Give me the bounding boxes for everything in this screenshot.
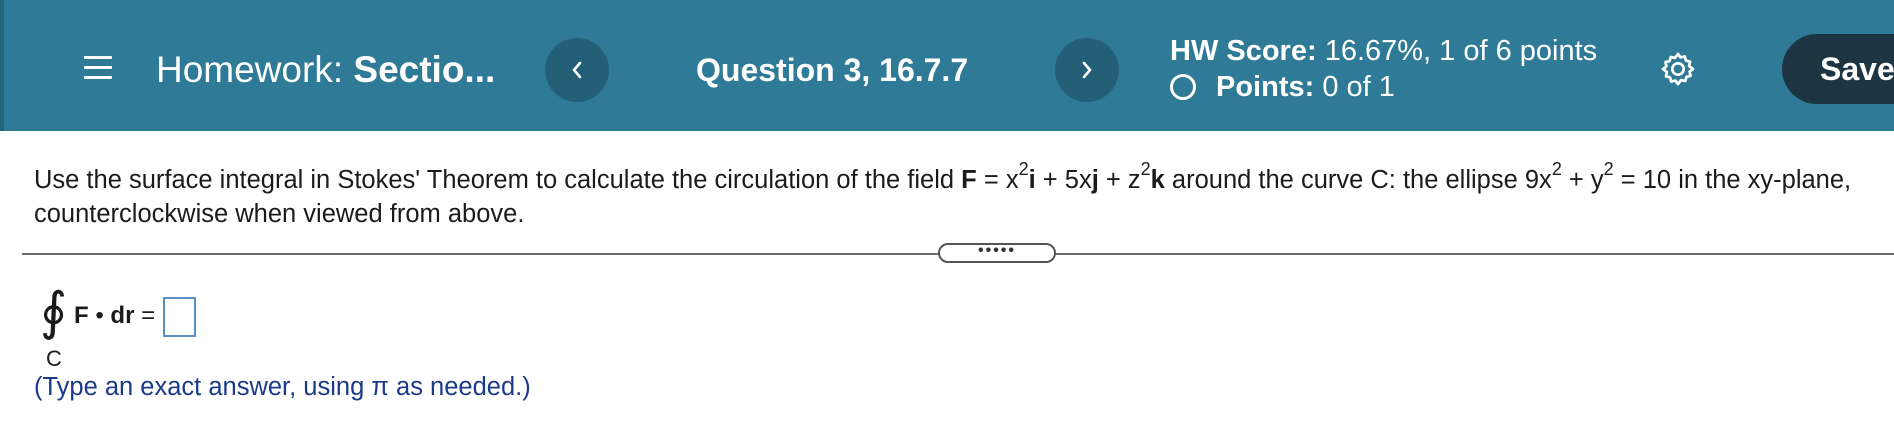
answer-hint: (Type an exact answer, using π as needed… xyxy=(34,373,531,401)
points-value: 0 of 1 xyxy=(1322,71,1395,103)
hw-score-value: 16.67%, 1 of 6 points xyxy=(1324,35,1598,67)
integrand-equals: = xyxy=(141,302,156,329)
field-term-2: + 5x xyxy=(1042,166,1092,194)
ellipse-exp-2: 2 xyxy=(1603,158,1614,179)
dot-operator: • xyxy=(95,302,104,329)
hamburger-menu-icon[interactable] xyxy=(84,56,112,80)
next-question-button[interactable] xyxy=(1055,38,1119,102)
integrand-dr: dr xyxy=(110,302,135,329)
unit-j: j xyxy=(1091,166,1099,194)
curve-description: around the curve C: the ellipse 9x xyxy=(1171,166,1552,194)
expand-toggle-button[interactable]: ••••• xyxy=(938,243,1056,263)
previous-question-button[interactable] xyxy=(545,38,609,102)
field-term-1-base: x xyxy=(1005,166,1019,194)
save-button[interactable]: Save xyxy=(1782,34,1894,104)
ellipse-middle: + y xyxy=(1568,166,1604,194)
hw-score-label: HW Score: xyxy=(1170,35,1317,67)
points-circle-icon xyxy=(1170,74,1196,100)
field-equals: = xyxy=(983,166,999,194)
gear-icon[interactable] xyxy=(1659,50,1697,88)
integrand: F • dr = xyxy=(74,300,155,332)
problem-statement: Use the surface integral in Stokes' Theo… xyxy=(34,160,1894,231)
integral-subscript: C xyxy=(46,346,62,371)
problem-intro: Use the surface integral in Stokes' Theo… xyxy=(34,166,955,194)
homework-title[interactable]: Homework: Sectio... xyxy=(156,48,495,92)
field-term-3-exp: 2 xyxy=(1140,158,1151,179)
integrand-F: F xyxy=(74,302,89,329)
points-label: Points: xyxy=(1216,71,1315,103)
ellipse-exp-1: 2 xyxy=(1551,158,1562,179)
question-label: Question 3, 16.7.7 xyxy=(696,52,969,88)
contour-integral-symbol: ∮ xyxy=(40,282,68,342)
homework-name: Sectio... xyxy=(353,49,496,90)
top-bar: Homework: Sectio... Question 3, 16.7.7 H… xyxy=(0,0,1894,131)
answer-input[interactable] xyxy=(163,297,196,337)
field-term-3: + z xyxy=(1105,166,1141,194)
chevron-left-icon xyxy=(572,61,582,79)
ellipse-end: = 10 in the xy-plane, xyxy=(1620,166,1852,194)
unit-i: i xyxy=(1028,166,1036,194)
field-name: F xyxy=(961,166,977,194)
chevron-right-icon xyxy=(1082,61,1092,79)
problem-line-1: Use the surface integral in Stokes' Theo… xyxy=(34,160,1894,197)
hw-score: HW Score: 16.67%, 1 of 6 points xyxy=(1170,33,1597,69)
points-status: Points: 0 of 1 xyxy=(1170,69,1395,105)
problem-line-2: counterclockwise when viewed from above. xyxy=(34,200,525,228)
unit-k: k xyxy=(1150,166,1165,194)
homework-prefix: Homework: xyxy=(156,49,344,90)
field-term-1-exp: 2 xyxy=(1018,158,1029,179)
